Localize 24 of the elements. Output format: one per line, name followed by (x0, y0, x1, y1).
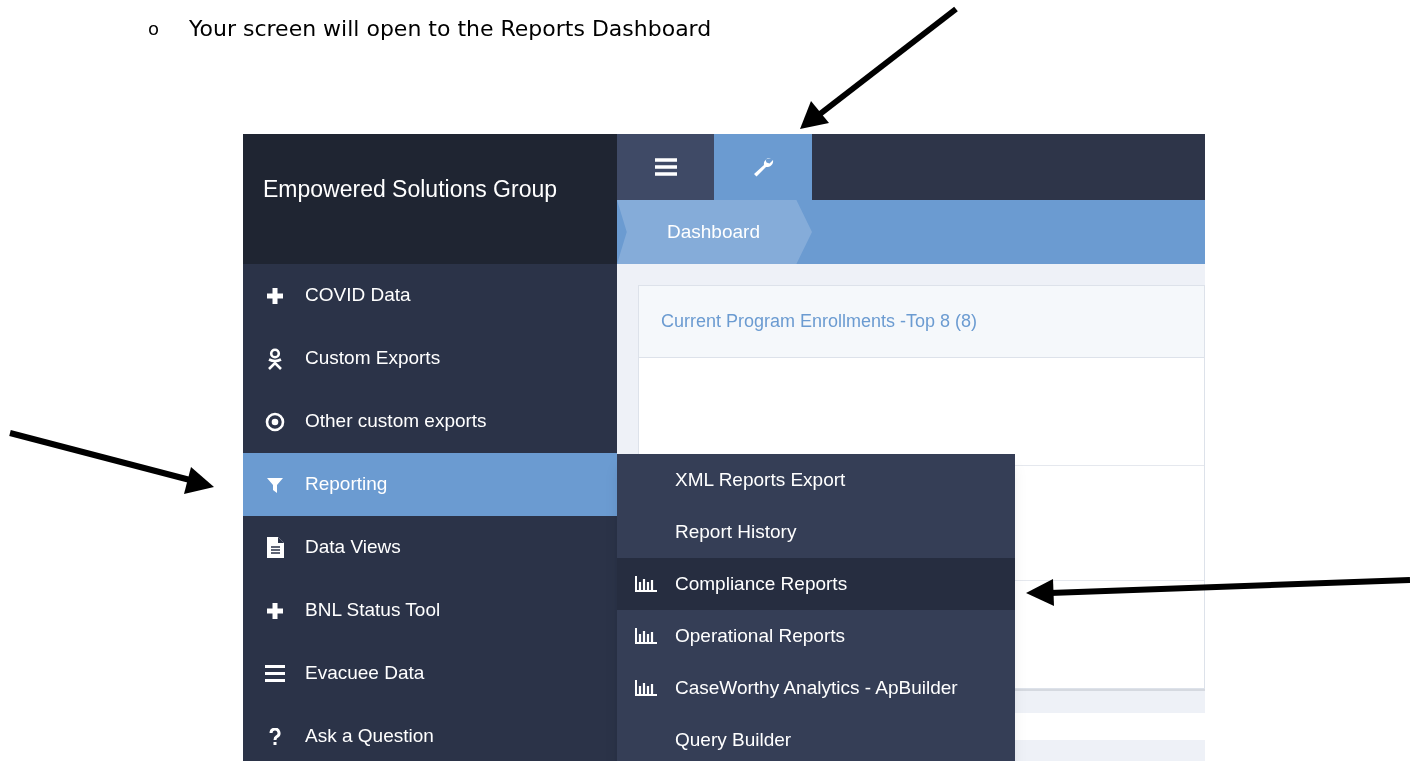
menu-icon (654, 158, 677, 176)
sidebar-item[interactable]: COVID Data (243, 264, 617, 327)
bullet: o (148, 17, 159, 41)
sidebar-item[interactable]: BNL Status Tool (243, 579, 617, 642)
brand-title: Empowered Solutions Group (263, 175, 558, 204)
instruction-text: Your screen will open to the Reports Dashboard (189, 15, 712, 43)
list-icon (263, 665, 287, 682)
bar-chart-icon (635, 628, 657, 644)
sidebar-item[interactable]: Evacuee Data (243, 642, 617, 705)
dropdown-item[interactable]: Report History (617, 506, 1015, 558)
panel-title: Current Program Enrollments -Top 8 (8) (661, 310, 978, 333)
sidebar-item[interactable]: Ask a Question (243, 705, 617, 761)
bar-chart-icon (635, 576, 657, 592)
dropdown-item[interactable]: Compliance Reports (617, 558, 1015, 610)
dropdown-item[interactable]: Query Builder (617, 714, 1015, 761)
target-icon (263, 411, 287, 432)
toolbar-button[interactable] (617, 134, 714, 200)
sidebar-item[interactable]: Data Views (243, 516, 617, 579)
dropdown-item[interactable]: CaseWorthy Analytics - ApBuilder (617, 662, 1015, 714)
dropdown-item[interactable]: Operational Reports (617, 610, 1015, 662)
dropdown-item[interactable]: XML Reports Export (617, 454, 1015, 506)
bar-chart-icon (635, 680, 657, 696)
sidebar-item[interactable]: Other custom exports (243, 390, 617, 453)
sidebar-item[interactable]: Custom Exports (243, 327, 617, 390)
